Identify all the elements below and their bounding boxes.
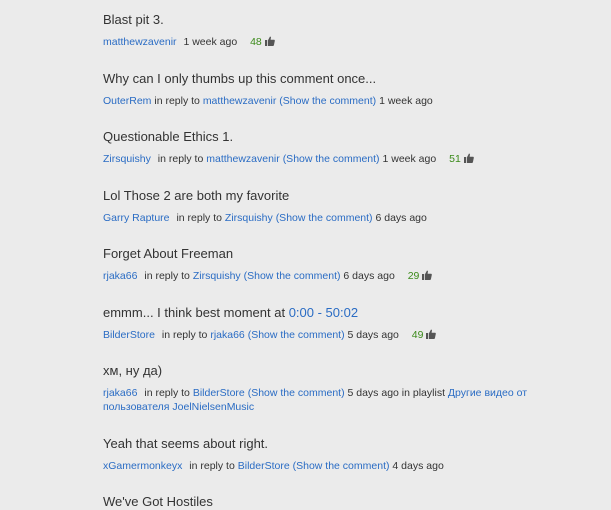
author-link[interactable]: rjaka66 xyxy=(103,270,137,282)
comment-item: Lol Those 2 are both my favorite Garry R… xyxy=(103,188,598,225)
thumbs-up-icon[interactable] xyxy=(422,270,432,280)
author-link[interactable]: matthewzavenir xyxy=(103,36,177,48)
comment-item: emmm... I think best moment at 0:00 - 50… xyxy=(103,305,598,342)
reply-author-link[interactable]: Zirsquishy xyxy=(193,270,241,282)
reply-author-link[interactable]: BilderStore xyxy=(238,460,290,472)
comment-meta: OuterRem in reply to matthewzavenir (Sho… xyxy=(103,94,598,108)
like-count: 48 xyxy=(250,36,262,48)
comment-item: хм, ну да) rjaka66 in reply to BilderSto… xyxy=(103,363,598,414)
comment-item: We've Got Hostiles xyxy=(103,494,598,510)
comment-text: emmm... I think best moment at 0:00 - 50… xyxy=(103,305,598,321)
like-count: 29 xyxy=(407,270,420,282)
comment-item: Why can I only thumbs up this comment on… xyxy=(103,71,598,108)
comment-text: Why can I only thumbs up this comment on… xyxy=(103,71,377,86)
comment-item: Blast pit 3. matthewzavenir 1 week ago 4… xyxy=(103,12,598,49)
comment-meta: BilderStore in reply to rjaka66 (Show th… xyxy=(103,328,598,342)
comment-text: Blast pit 3. xyxy=(103,12,164,27)
playlist-link[interactable]: Другие видео от xyxy=(448,387,527,399)
show-comment-link[interactable]: (Show the comment) xyxy=(293,460,390,472)
thumbs-up-icon[interactable] xyxy=(426,329,436,339)
like-count: 49 xyxy=(411,329,424,341)
author-link[interactable]: Zirsquishy xyxy=(103,153,151,165)
reply-label: in reply to xyxy=(144,270,190,282)
reply-label: in reply to xyxy=(154,95,200,107)
comment-time: 1 week ago xyxy=(379,95,433,107)
reply-label: in reply to xyxy=(157,153,204,165)
comment-time: 1 week ago xyxy=(183,36,238,48)
comment-time: 4 days ago xyxy=(392,460,444,472)
thumbs-up-icon[interactable] xyxy=(464,153,474,163)
reply-label: in reply to xyxy=(144,387,190,399)
comment-item: Questionable Ethics 1. Zirsquishy in rep… xyxy=(103,129,598,166)
reply-author-link[interactable]: matthewzavenir xyxy=(206,153,280,165)
comment-time: 5 days ago xyxy=(347,329,399,341)
comment-time: 1 week ago xyxy=(382,153,437,165)
comment-text: Questionable Ethics 1. xyxy=(103,129,234,144)
reply-label: in reply to xyxy=(176,212,222,224)
playlist-link-continued[interactable]: пользователя JoelNielsenMusic xyxy=(103,401,254,413)
show-comment-link[interactable]: (Show the comment) xyxy=(248,329,345,341)
show-comment-link[interactable]: (Show the comment) xyxy=(248,387,345,399)
comment-time: 6 days ago xyxy=(343,270,395,282)
comment-text: хм, ну да) xyxy=(103,363,163,378)
comment-text-prefix: emmm... I think best moment at xyxy=(103,305,286,320)
show-comment-link[interactable]: (Show the comment) xyxy=(279,95,376,107)
comment-text: Yeah that seems about right. xyxy=(103,436,269,451)
author-link[interactable]: rjaka66 xyxy=(103,387,137,399)
reply-author-link[interactable]: Zirsquishy xyxy=(225,212,273,224)
reply-label: in reply to xyxy=(161,329,208,341)
author-link[interactable]: xGamermonkeyx xyxy=(103,460,182,472)
comment-item: Forget About Freeman rjaka66 in reply to… xyxy=(103,246,598,283)
comment-meta: Garry Rapture in reply to Zirsquishy (Sh… xyxy=(103,211,598,225)
show-comment-link[interactable]: (Show the comment) xyxy=(283,153,380,165)
reply-author-link[interactable]: matthewzavenir xyxy=(203,95,277,107)
show-comment-link[interactable]: (Show the comment) xyxy=(244,270,341,282)
playlist-label: in playlist xyxy=(401,387,445,399)
comment-meta: xGamermonkeyx in reply to BilderStore (S… xyxy=(103,459,598,473)
comment-item: Yeah that seems about right. xGamermonke… xyxy=(103,436,598,473)
comment-meta: Zirsquishy in reply to matthewzavenir (S… xyxy=(103,152,598,166)
show-comment-link[interactable]: (Show the comment) xyxy=(276,212,373,224)
reply-label: in reply to xyxy=(189,460,235,472)
thumbs-up-icon[interactable] xyxy=(265,36,275,46)
comment-meta: rjaka66 in reply to Zirsquishy (Show the… xyxy=(103,269,598,283)
like-count: 51 xyxy=(449,153,461,165)
comment-text: We've Got Hostiles xyxy=(103,494,213,509)
author-link[interactable]: OuterRem xyxy=(103,95,151,107)
comment-text: Lol Those 2 are both my favorite xyxy=(103,188,290,203)
author-link[interactable]: BilderStore xyxy=(103,329,155,341)
comment-meta: matthewzavenir 1 week ago 48 xyxy=(103,35,598,49)
comment-time: 5 days ago xyxy=(347,387,399,399)
author-link[interactable]: Garry Rapture xyxy=(103,212,170,224)
comment-meta: rjaka66 in reply to BilderStore (Show th… xyxy=(103,386,598,414)
reply-author-link[interactable]: rjaka66 xyxy=(210,329,244,341)
video-timestamp-link[interactable]: 0:00 - 50:02 xyxy=(289,305,358,320)
comment-text: Forget About Freeman xyxy=(103,246,234,261)
comment-time: 6 days ago xyxy=(375,212,427,224)
reply-author-link[interactable]: BilderStore xyxy=(193,387,245,399)
